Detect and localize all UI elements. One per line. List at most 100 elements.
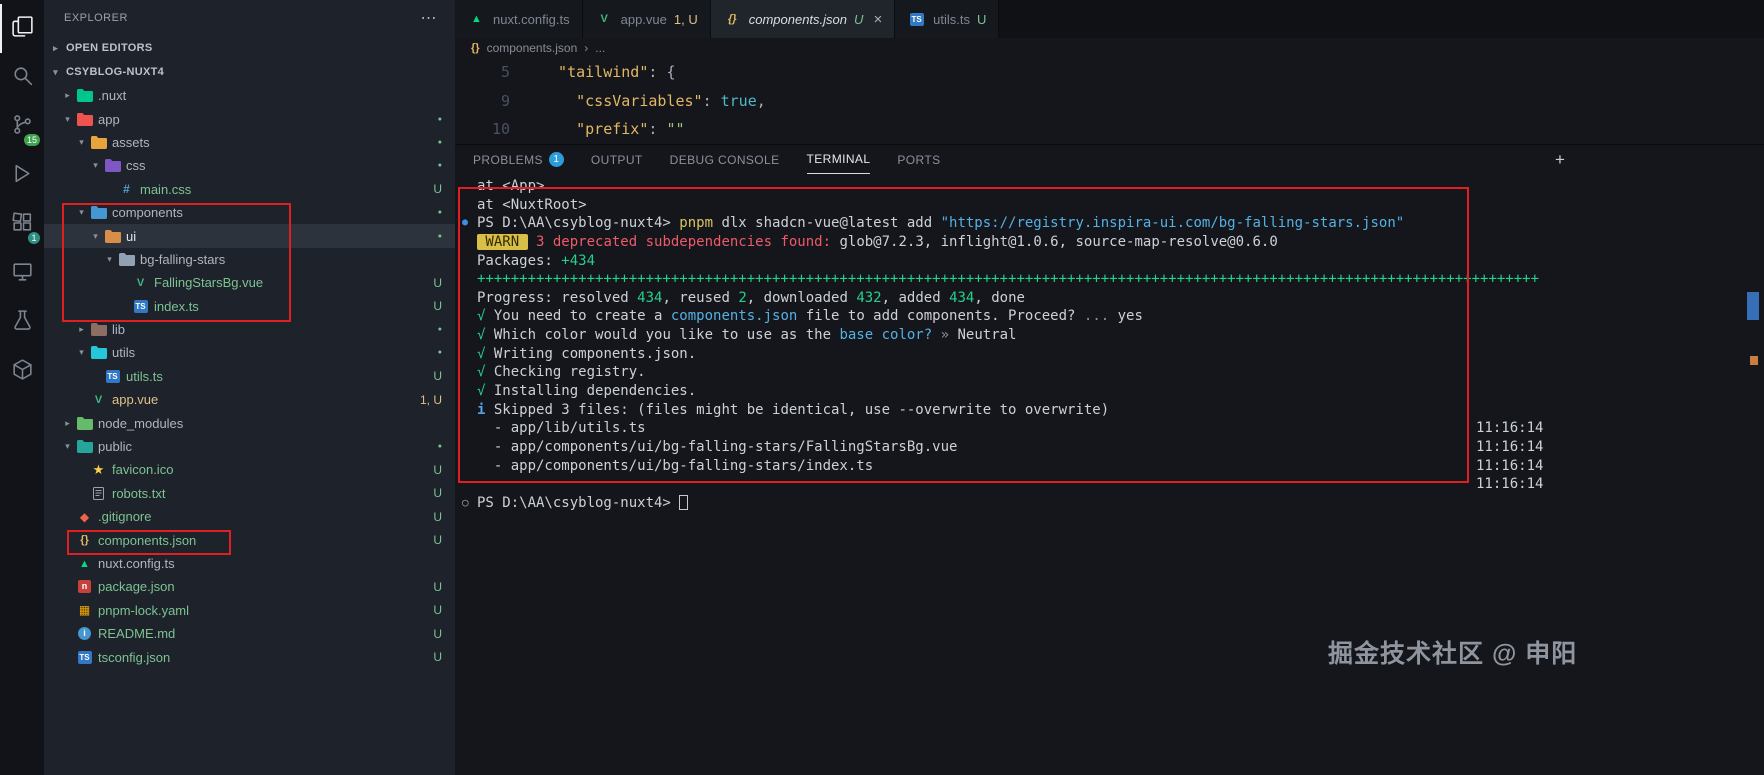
tab-nuxt.config.ts[interactable]: ▲nuxt.config.ts [455, 0, 583, 38]
tree-item-label: tsconfig.json [98, 650, 170, 665]
tree-item-robots.txt[interactable]: robots.txtU [44, 482, 455, 505]
panel-tabs: PROBLEMS1 OUTPUT DEBUG CONSOLE TERMINAL PORT… [473, 145, 941, 174]
git-status-badge: U [433, 299, 442, 313]
line-number: 9 [455, 87, 510, 116]
more-actions-icon[interactable]: ⋯ [421, 8, 438, 28]
chevron-right-icon: ▸ [74, 324, 89, 335]
tree-item-app.vue[interactable]: Vapp.vue1, U [44, 388, 455, 411]
tree-item-css[interactable]: ▾css● [44, 154, 455, 177]
run-debug-icon [10, 161, 35, 191]
tab-utils.ts[interactable]: TSutils.tsU [895, 0, 999, 38]
problems-count-badge: 1 [549, 152, 564, 167]
terminal-line: at <NuxtRoot> [455, 196, 1764, 215]
tree-item-tsconfig.json[interactable]: TStsconfig.jsonU [44, 645, 455, 668]
new-terminal-icon[interactable]: + [1555, 150, 1565, 170]
activity-explorer[interactable] [0, 4, 44, 53]
open-editors-section[interactable]: ▸ OPEN EDITORS [44, 36, 455, 60]
tree-item-node_modules[interactable]: ▸node_modules [44, 411, 455, 434]
panel-tab-ports[interactable]: PORTS [897, 145, 940, 174]
activity-containers[interactable] [0, 347, 44, 396]
tree-item-ui[interactable]: ▾ui● [44, 224, 455, 247]
tree-item-bg-falling-stars[interactable]: ▾bg-falling-stars [44, 248, 455, 271]
workspace-section[interactable]: ▾ CSYBLOG-NUXT4 [44, 60, 455, 84]
tree-item-app[interactable]: ▾app● [44, 107, 455, 130]
doc-file-icon [89, 487, 108, 500]
tree-item-.nuxt[interactable]: ▸.nuxt [44, 84, 455, 107]
git-status-badge: 1, U [420, 393, 442, 407]
tree-item-assets[interactable]: ▾assets● [44, 131, 455, 154]
terminal-line: ++++++++++++++++++++++++++++++++++++++++… [455, 270, 1764, 289]
tab-bar: ▲nuxt.config.tsVapp.vue1, U{}components.… [455, 0, 1764, 38]
terminal-timestamp: 11:16:14 [1476, 438, 1543, 457]
git-status-badge: U [433, 486, 442, 500]
tree-item-index.ts[interactable]: TSindex.tsU [44, 295, 455, 318]
modified-dot: ● [438, 326, 442, 333]
tab-label: app.vue [621, 12, 667, 27]
git-status-badge: U [433, 369, 442, 383]
tree-item-lib[interactable]: ▸lib● [44, 318, 455, 341]
panel-tab-debug-console[interactable]: DEBUG CONSOLE [670, 145, 780, 174]
terminal-line: √ You need to create a components.json f… [455, 307, 1764, 326]
terminal[interactable]: at <App>at <NuxtRoot>●PS D:\AA\csyblog-n… [455, 174, 1764, 775]
terminal-timestamp: 11:16:14 [1476, 457, 1543, 476]
git-status-badge: U [433, 276, 442, 290]
vue-file-icon: V [595, 13, 614, 25]
remote-explorer-icon [10, 259, 35, 289]
git-status-badge: U [433, 510, 442, 524]
terminal-line: at <App> [455, 177, 1764, 196]
panel-tab-terminal[interactable]: TERMINAL [807, 145, 871, 174]
tree-item-components[interactable]: ▾components● [44, 201, 455, 224]
panel-header: PROBLEMS1 OUTPUT DEBUG CONSOLE TERMINAL PORT… [455, 144, 1764, 174]
terminal-line: Progress: resolved 434, reused 2, downlo… [455, 289, 1764, 308]
scrollbar-thumb[interactable] [1747, 292, 1759, 320]
panel-tab-problems[interactable]: PROBLEMS1 [473, 145, 564, 174]
activity-search[interactable] [0, 53, 44, 102]
tree-item-README.md[interactable]: iREADME.mdU [44, 622, 455, 645]
code-line: 5 "tailwind": { [455, 58, 1764, 87]
panel-tab-label: OUTPUT [591, 153, 643, 167]
tree-item-utils[interactable]: ▾utils● [44, 341, 455, 364]
activity-source-control[interactable]: 15 [0, 102, 44, 151]
close-icon[interactable]: × [873, 11, 882, 28]
code-editor[interactable]: 5 "tailwind": {9 "cssVariables": true,10… [455, 58, 1764, 144]
tree-item-nuxt.config.ts[interactable]: ▲nuxt.config.ts [44, 552, 455, 575]
activity-remote-explorer[interactable] [0, 249, 44, 298]
css-file-icon: # [117, 182, 136, 196]
chevron-down-icon: ▾ [60, 114, 75, 125]
panel-tab-output[interactable]: OUTPUT [591, 145, 643, 174]
activity-badge: 1 [28, 232, 40, 244]
chevron-down-icon: ▾ [60, 441, 75, 452]
chevron-down-icon: ▾ [88, 231, 103, 242]
tree-item-pnpm-lock.yaml[interactable]: ▦pnpm-lock.yamlU [44, 599, 455, 622]
terminal-line: - app/lib/utils.ts11:16:14 [455, 419, 1764, 438]
activity-bar: 15 1 [0, 0, 44, 775]
activity-run-debug[interactable] [0, 151, 44, 200]
command-decoration-icon: ● [462, 214, 468, 233]
tree-item-.gitignore[interactable]: ◆.gitignoreU [44, 505, 455, 528]
tree-item-package.json[interactable]: npackage.jsonU [44, 575, 455, 598]
editor-area: ▲nuxt.config.tsVapp.vue1, U{}components.… [455, 0, 1764, 775]
activity-extensions[interactable]: 1 [0, 200, 44, 249]
json-file-icon: {} [75, 534, 94, 546]
breadcrumb[interactable]: {} components.json › ... [455, 38, 1764, 58]
tree-item-public[interactable]: ▾public● [44, 435, 455, 458]
folder-icon [89, 136, 108, 149]
vue-file-icon: V [131, 277, 150, 289]
tab-label: components.json [749, 12, 847, 27]
tree-item-components.json[interactable]: {}components.jsonU [44, 528, 455, 551]
tree-item-label: main.css [140, 182, 191, 197]
chevron-right-icon: ▸ [60, 90, 75, 101]
folder-icon [103, 230, 122, 243]
tree-item-utils.ts[interactable]: TSutils.tsU [44, 365, 455, 388]
testing-icon [10, 308, 35, 338]
panel-tab-label: DEBUG CONSOLE [670, 153, 780, 167]
terminal-line: Packages: +434 [455, 252, 1764, 271]
ts-file-icon: TS [131, 300, 150, 313]
tree-item-FallingStarsBg.vue[interactable]: VFallingStarsBg.vueU [44, 271, 455, 294]
folder-icon [75, 113, 94, 126]
tree-item-main.css[interactable]: #main.cssU [44, 178, 455, 201]
tab-components.json[interactable]: {}components.jsonU× [711, 0, 895, 38]
activity-testing[interactable] [0, 298, 44, 347]
tab-app.vue[interactable]: Vapp.vue1, U [583, 0, 711, 38]
tree-item-favicon.ico[interactable]: ★favicon.icoU [44, 458, 455, 481]
